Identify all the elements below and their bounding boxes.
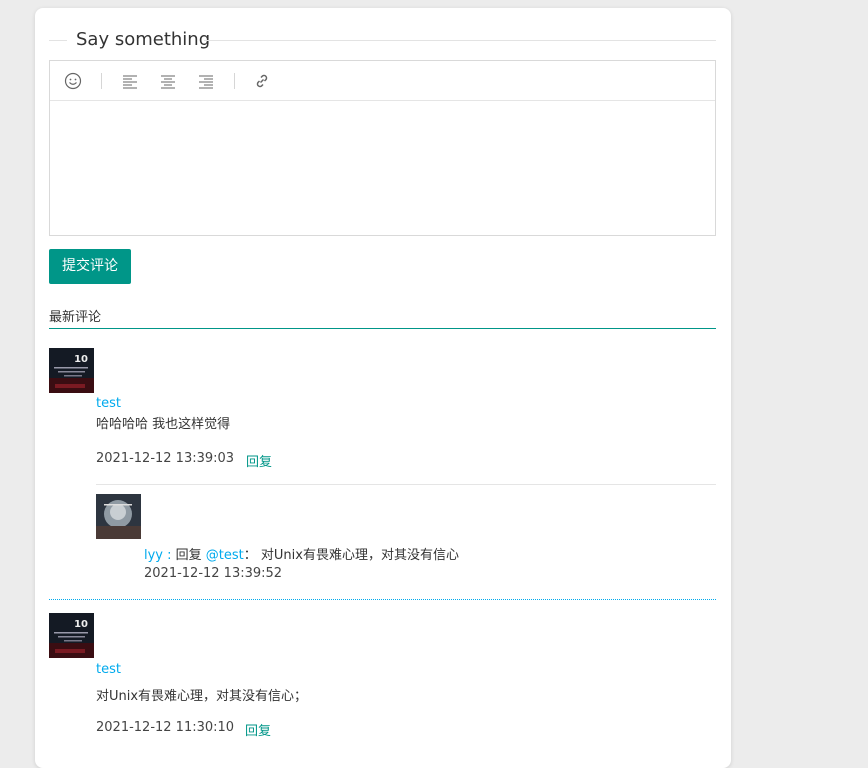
emoji-icon[interactable]: [63, 71, 83, 91]
link-icon[interactable]: [252, 71, 272, 91]
editor-legend: Say something: [49, 28, 716, 52]
align-left-icon[interactable]: [120, 71, 140, 91]
legend-line-right: [204, 40, 716, 41]
section-underline: [49, 328, 716, 329]
avatar[interactable]: 10: [49, 613, 94, 658]
reply-username[interactable]: lyy: [144, 548, 163, 563]
comment-username[interactable]: test: [96, 662, 121, 677]
align-right-icon[interactable]: [196, 71, 216, 91]
editor-toolbar: [50, 61, 715, 101]
svg-text:10: 10: [74, 619, 88, 630]
legend-text: Say something: [76, 29, 211, 50]
reply-button[interactable]: 回复: [245, 720, 271, 739]
reply-target-user[interactable]: @test: [206, 548, 244, 563]
reply-divider: [96, 484, 716, 485]
comment-username[interactable]: test: [96, 396, 121, 411]
comment-textarea[interactable]: [50, 101, 715, 235]
reply-word: 回复: [175, 548, 206, 563]
legend-line-left: [49, 40, 67, 41]
comment-divider: [49, 599, 716, 600]
comment-editor: [49, 60, 716, 236]
svg-text:10: 10: [74, 354, 88, 365]
comment-card: Say something 提交评论 最新评论 10 test 哈哈哈哈 我也这…: [35, 8, 731, 768]
reply-colon: ：: [243, 548, 257, 563]
align-center-icon[interactable]: [158, 71, 178, 91]
toolbar-separator: [234, 73, 235, 89]
toolbar-separator: [101, 73, 102, 89]
comment-content: 哈哈哈哈 我也这样觉得: [96, 417, 231, 432]
comment-time: 2021-12-12 13:39:03: [96, 451, 235, 466]
reply-time: 2021-12-12 13:39:52: [144, 566, 283, 581]
avatar[interactable]: 10: [49, 348, 94, 393]
reply-content: 对Unix有畏难心理，对其没有信心: [256, 548, 459, 563]
reply-separator: :: [163, 548, 176, 563]
comment-time: 2021-12-12 11:30:10: [96, 720, 235, 735]
reply-button[interactable]: 回复: [246, 451, 272, 470]
latest-comments-title: 最新评论: [49, 310, 102, 325]
avatar[interactable]: [96, 494, 141, 539]
submit-comment-button[interactable]: 提交评论: [49, 249, 131, 284]
comment-content: 对Unix有畏难心理，对其没有信心；: [96, 689, 308, 704]
reply-line: lyy : 回复 @test： 对Unix有畏难心理，对其没有信心: [144, 544, 459, 563]
